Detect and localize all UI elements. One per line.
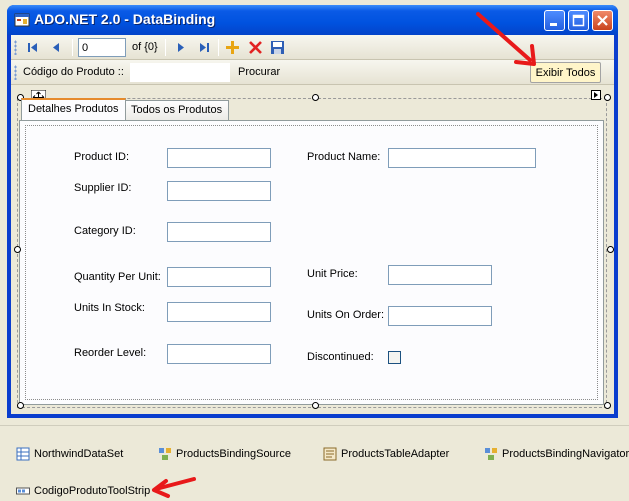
units-in-stock-label: Units In Stock: bbox=[74, 302, 145, 314]
dataset-icon bbox=[16, 447, 30, 461]
close-button[interactable] bbox=[592, 10, 613, 31]
tab-page-detalhes: Product ID: Product Name: Supplier ID: C… bbox=[19, 120, 604, 405]
units-on-order-field[interactable] bbox=[388, 306, 492, 326]
annotation-arrow-icon bbox=[152, 477, 196, 498]
tab-detalhes-produtos[interactable]: Detalhes Produtos bbox=[21, 98, 126, 120]
tab-label: Detalhes Produtos bbox=[28, 103, 119, 115]
tray-item-label: CodigoProdutoToolStrip bbox=[34, 485, 151, 497]
binding-navigator-icon bbox=[485, 448, 497, 460]
resize-handle[interactable] bbox=[17, 402, 24, 409]
window-title: ADO.NET 2.0 - DataBinding bbox=[34, 11, 216, 27]
move-previous-icon[interactable] bbox=[48, 39, 65, 56]
tray-item-label: ProductsBindingNavigator bbox=[502, 448, 629, 460]
resize-handle[interactable] bbox=[312, 402, 319, 409]
tray-codigo-produto-toolstrip[interactable]: CodigoProdutoToolStrip bbox=[16, 484, 150, 498]
close-icon bbox=[597, 15, 608, 26]
reorder-level-field[interactable] bbox=[167, 344, 271, 364]
tray-products-binding-navigator[interactable]: ProductsBindingNavigator bbox=[484, 447, 629, 461]
product-name-field[interactable] bbox=[388, 148, 536, 168]
unit-price-label: Unit Price: bbox=[307, 268, 358, 280]
supplier-id-field[interactable] bbox=[167, 181, 271, 201]
component-tray: NorthwindDataSet ProductsBindingSource P… bbox=[0, 425, 629, 501]
toolstrip-icon bbox=[16, 487, 30, 495]
toolstrip-separator bbox=[218, 39, 219, 56]
tray-item-label: NorthwindDataSet bbox=[34, 448, 124, 460]
discontinued-label: Discontinued: bbox=[307, 351, 374, 363]
tray-products-binding-source[interactable]: ProductsBindingSource bbox=[158, 447, 291, 461]
units-on-order-label: Units On Order: bbox=[307, 309, 385, 321]
tray-products-table-adapter[interactable]: ProductsTableAdapter bbox=[323, 447, 449, 461]
resize-handle[interactable] bbox=[312, 94, 319, 101]
maximize-button[interactable] bbox=[568, 10, 589, 31]
form-icon bbox=[14, 13, 30, 27]
position-input[interactable] bbox=[78, 38, 126, 57]
reorder-level-label: Reorder Level: bbox=[74, 347, 147, 359]
tab-label: Todos os Produtos bbox=[131, 104, 223, 116]
category-id-field[interactable] bbox=[167, 222, 271, 242]
toolstrip-grip[interactable] bbox=[14, 65, 17, 80]
annotation-arrow-icon bbox=[476, 12, 536, 66]
delete-icon[interactable] bbox=[247, 39, 264, 56]
codigo-produto-input[interactable] bbox=[130, 63, 230, 82]
tab-todos-os-produtos[interactable]: Todos os Produtos bbox=[124, 100, 230, 120]
quantity-per-unit-label: Quantity Per Unit: bbox=[74, 271, 161, 283]
tray-item-label: ProductsTableAdapter bbox=[341, 448, 450, 460]
toolstrip-separator bbox=[165, 39, 166, 56]
tab-control[interactable]: Detalhes Produtos Todos os Produtos Prod… bbox=[19, 98, 604, 405]
quantity-per-unit-field[interactable] bbox=[167, 267, 271, 287]
maximize-icon bbox=[572, 14, 585, 27]
discontinued-checkbox[interactable] bbox=[388, 351, 401, 364]
unit-price-field[interactable] bbox=[388, 265, 492, 285]
procurar-button[interactable]: Procurar bbox=[238, 66, 280, 78]
save-icon[interactable] bbox=[269, 39, 286, 56]
binding-source-icon bbox=[159, 448, 171, 460]
details-panel: Product ID: Product Name: Supplier ID: C… bbox=[25, 125, 598, 400]
supplier-id-label: Supplier ID: bbox=[74, 182, 132, 194]
add-new-icon[interactable] bbox=[224, 39, 241, 56]
codigo-produto-label: Código do Produto :: bbox=[23, 66, 124, 78]
product-id-label: Product ID: bbox=[74, 151, 130, 163]
minimize-button[interactable] bbox=[544, 10, 565, 31]
resize-handle[interactable] bbox=[607, 246, 614, 253]
resize-handle[interactable] bbox=[604, 94, 611, 101]
resize-handle[interactable] bbox=[14, 246, 21, 253]
toolstrip-separator bbox=[72, 39, 73, 56]
toolstrip-grip[interactable] bbox=[14, 40, 17, 55]
category-id-label: Category ID: bbox=[74, 225, 136, 237]
resize-handle[interactable] bbox=[604, 402, 611, 409]
product-id-field[interactable] bbox=[167, 148, 271, 168]
count-label: of {0} bbox=[132, 41, 158, 53]
product-name-label: Product Name: bbox=[307, 151, 381, 163]
form-client-area: of {0} Código do Produto :: Procurar Exi… bbox=[11, 35, 614, 414]
units-in-stock-field[interactable] bbox=[167, 302, 271, 322]
tray-item-label: ProductsBindingSource bbox=[176, 448, 291, 460]
move-last-icon[interactable] bbox=[196, 39, 213, 56]
tray-northwind-dataset[interactable]: NorthwindDataSet bbox=[16, 447, 123, 461]
table-adapter-icon bbox=[323, 447, 337, 461]
smart-tag-icon[interactable] bbox=[591, 90, 601, 100]
move-next-icon[interactable] bbox=[172, 39, 189, 56]
move-first-icon[interactable] bbox=[24, 39, 41, 56]
minimize-icon bbox=[550, 23, 557, 26]
